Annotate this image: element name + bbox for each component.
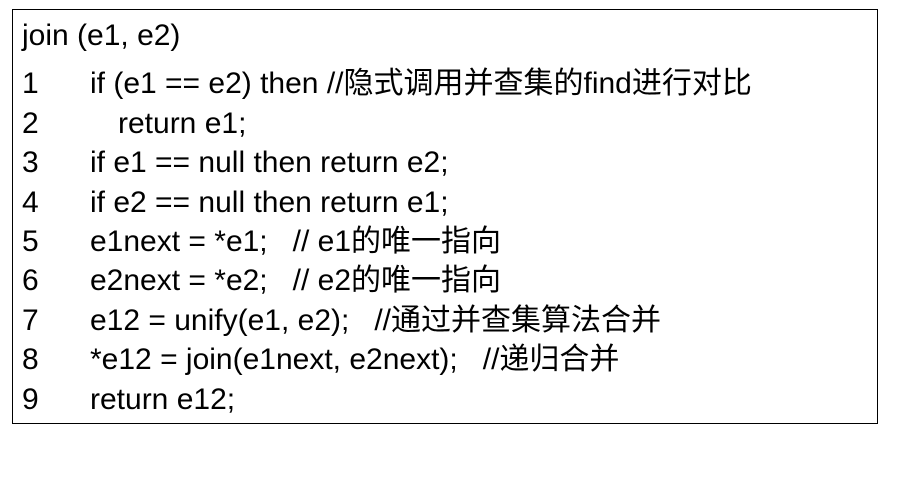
- code-text: e1next = *e1; // e1的唯一指向: [90, 225, 502, 258]
- line-number: 3: [22, 146, 39, 179]
- line-number: 1: [22, 67, 39, 100]
- code-line-3: 3 if e1 == null then return e2;: [22, 145, 449, 181]
- line-number: 6: [22, 264, 39, 297]
- line-number: 8: [22, 343, 39, 376]
- code-text: e12 = unify(e1, e2); //通过并查集算法合并: [90, 304, 662, 337]
- code-line-6: 6 e2next = *e2; // e2的唯一指向: [22, 263, 501, 299]
- code-line-9: 9 return e12;: [22, 382, 235, 418]
- code-line-1: 1 if (e1 == e2) then //隐式调用并查集的find进行对比: [22, 66, 752, 102]
- code-text: e2next = *e2; // e2的唯一指向: [90, 264, 502, 297]
- code-line-2: 2 return e1;: [22, 106, 246, 142]
- code-line-5: 5 e1next = *e1; // e1的唯一指向: [22, 224, 501, 260]
- line-number: 2: [22, 107, 39, 140]
- line-number: 9: [22, 383, 39, 416]
- line-number: 5: [22, 225, 39, 258]
- code-text: return e1;: [118, 107, 247, 140]
- code-text: *e12 = join(e1next, e2next); //递归合并: [90, 343, 620, 376]
- line-number: 4: [22, 186, 39, 219]
- code-line-7: 7 e12 = unify(e1, e2); //通过并查集算法合并: [22, 303, 661, 339]
- line-number: 7: [22, 304, 39, 337]
- function-signature: join (e1, e2): [22, 19, 181, 52]
- code-text: if e1 == null then return e2;: [90, 146, 449, 179]
- code-text: return e12;: [90, 383, 236, 416]
- code-text: if (e1 == e2) then //隐式调用并查集的find进行对比: [90, 67, 752, 100]
- code-line-4: 4 if e2 == null then return e1;: [22, 185, 449, 221]
- code-text: if e2 == null then return e1;: [90, 186, 449, 219]
- code-line-8: 8 *e12 = join(e1next, e2next); //递归合并: [22, 342, 619, 378]
